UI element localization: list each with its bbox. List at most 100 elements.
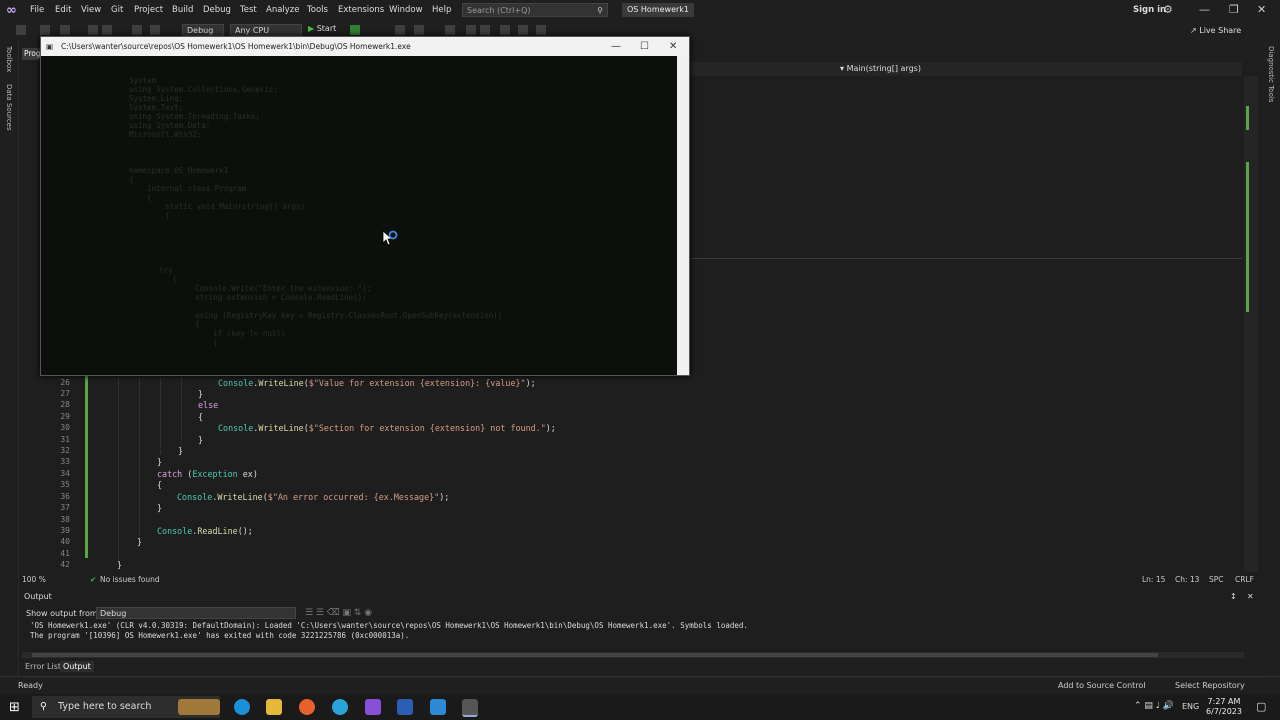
add-to-source-control[interactable]: Add to Source Control <box>1058 681 1146 690</box>
redo-icon[interactable] <box>150 25 160 35</box>
member-dropdown[interactable]: ▾ Main(string[] args) <box>840 64 921 73</box>
menu-file[interactable]: File <box>30 5 44 15</box>
feedback-icon[interactable]: ⚙ <box>1163 3 1173 16</box>
language-indicator[interactable]: ENG <box>1182 702 1199 711</box>
console-scrollbar[interactable] <box>677 56 689 375</box>
menu-window[interactable]: Window <box>389 5 423 15</box>
word-icon[interactable] <box>397 699 413 715</box>
minimize-icon[interactable]: — <box>1199 3 1210 16</box>
menu-git[interactable]: Git <box>111 5 123 15</box>
menu-view[interactable]: View <box>81 5 101 15</box>
menu-debug[interactable]: Debug <box>203 5 231 15</box>
undo-icon[interactable] <box>132 25 142 35</box>
widget-icon[interactable] <box>178 699 220 715</box>
menu-help[interactable]: Help <box>432 5 451 15</box>
code-line: } <box>157 503 163 513</box>
back-icon[interactable] <box>16 25 26 35</box>
issues-status[interactable]: No issues found <box>100 575 160 584</box>
console-close-icon[interactable]: ✕ <box>669 37 677 56</box>
menu-edit[interactable]: Edit <box>55 5 71 15</box>
telegram-icon[interactable] <box>332 699 348 715</box>
line-number: 27 <box>60 389 70 398</box>
menu-project[interactable]: Project <box>134 5 163 15</box>
config-select[interactable]: Debug <box>182 24 224 36</box>
start-without-debug-icon[interactable] <box>350 25 360 35</box>
console-maximize-icon[interactable]: ☐ <box>640 37 649 56</box>
data-sources-tab[interactable]: Data Sources <box>5 84 13 131</box>
toolbox-tab[interactable]: Toolbox <box>5 46 13 72</box>
toolbar-icon-c[interactable] <box>445 25 455 35</box>
diagnostic-tools-tab[interactable]: Diagnostic Tools <box>1267 46 1275 102</box>
start-button[interactable]: ▶ Start <box>308 24 336 33</box>
restore-icon[interactable]: ❐ <box>1229 3 1239 16</box>
editor-vertical-scrollbar[interactable] <box>1244 76 1258 572</box>
new-project-icon[interactable] <box>60 25 70 35</box>
toolbar-icon-e[interactable] <box>480 25 490 35</box>
visual-studio-icon[interactable] <box>365 699 381 715</box>
toolbar-icon-d[interactable] <box>466 25 476 35</box>
ready-status: Ready <box>18 681 43 690</box>
save-all-icon[interactable] <box>102 25 112 35</box>
taskbar-clock[interactable]: 7:27 AM 6/7/2023 <box>1200 697 1248 717</box>
clock-time: 7:27 AM <box>1207 697 1241 706</box>
menu-analyze[interactable]: Analyze <box>266 5 300 15</box>
platform-select[interactable]: Any CPU <box>230 24 302 36</box>
search-input[interactable]: Search (Ctrl+Q) ⚲ <box>462 3 608 17</box>
tab-error-list[interactable]: Error List <box>22 661 64 672</box>
output-source-select[interactable]: Debug <box>96 607 296 619</box>
editor-status-strip: 100 % ✔ No issues found Ln: 15 Ch: 13 SP… <box>22 574 1262 586</box>
forward-icon[interactable] <box>40 25 50 35</box>
busy-cursor-icon <box>382 230 398 246</box>
console-output-area[interactable]: System using System.Collections.Generic;… <box>41 56 677 375</box>
notification-icon[interactable]: ▢ <box>1256 700 1266 713</box>
live-share-button[interactable]: ↗ Live Share <box>1190 26 1241 35</box>
toolbar-icon-h[interactable] <box>536 25 546 35</box>
save-icon[interactable] <box>88 25 98 35</box>
line-number: 36 <box>60 492 70 501</box>
code-line: } <box>178 446 184 456</box>
menu-test[interactable]: Test <box>240 5 257 15</box>
close-icon[interactable]: ✕ <box>1257 3 1266 16</box>
search-icon: ⚲ <box>40 701 47 712</box>
tray-icons[interactable]: ⌃ ▤ ♩ 🔊 <box>1134 701 1174 711</box>
search-placeholder: Search (Ctrl+Q) <box>467 6 531 15</box>
pin-icon[interactable]: ↕ <box>1230 592 1237 601</box>
menu-build[interactable]: Build <box>172 5 193 15</box>
tab-output[interactable]: Output <box>60 661 94 672</box>
member-name: Main(string[] args) <box>846 64 921 73</box>
toolbar-icon-a[interactable] <box>395 25 405 35</box>
zoom-level[interactable]: 100 % <box>22 575 46 584</box>
line-number: 35 <box>60 480 70 489</box>
console-window[interactable]: ▣ C:\Users\wanter\source\repos\OS Homewe… <box>40 36 690 376</box>
line-ending-indicator[interactable]: CRLF <box>1235 575 1254 584</box>
file-explorer-icon[interactable] <box>266 699 282 715</box>
left-tool-rail: Toolbox Data Sources <box>0 40 19 676</box>
code-line: } <box>157 457 163 467</box>
toolbar-icon-f[interactable] <box>500 25 510 35</box>
firefox-icon[interactable] <box>299 699 315 715</box>
app-icon[interactable] <box>430 699 446 715</box>
console-taskbar-icon[interactable] <box>462 699 478 717</box>
whitespace-indicator[interactable]: SPC <box>1209 575 1224 584</box>
console-minimize-icon[interactable]: — <box>611 37 621 56</box>
code-line: Console.ReadLine(); <box>157 526 253 536</box>
toolbar-icon-g[interactable] <box>518 25 528 35</box>
output-horizontal-scrollbar[interactable] <box>22 652 1244 658</box>
ghost-text: System using System.Collections.Generic;… <box>129 76 279 139</box>
menu-extensions[interactable]: Extensions <box>338 5 384 15</box>
select-repository[interactable]: Select Repository <box>1175 681 1245 690</box>
console-title-bar[interactable]: ▣ C:\Users\wanter\source\repos\OS Homewe… <box>41 37 689 56</box>
panel-close-icon[interactable]: ✕ <box>1247 592 1254 601</box>
line-number: 39 <box>60 526 70 535</box>
toolbar-icon-b[interactable] <box>414 25 424 35</box>
output-toolbar-icons[interactable]: ☰ ☰ ⌫ ▣ ⇅ ◉ <box>305 608 372 618</box>
edge-icon[interactable] <box>234 699 250 715</box>
scroll-thumb[interactable] <box>32 653 1158 657</box>
console-app-icon: ▣ <box>46 42 54 51</box>
line-number: 42 <box>60 560 70 569</box>
code-line: { <box>157 480 163 490</box>
menu-tools[interactable]: Tools <box>307 5 328 15</box>
ghost-text: namespace OS_Homewerk1 { internal class … <box>129 166 306 220</box>
windows-start-icon[interactable]: ⊞ <box>9 700 20 715</box>
sign-in-link[interactable]: Sign in <box>1133 5 1166 15</box>
